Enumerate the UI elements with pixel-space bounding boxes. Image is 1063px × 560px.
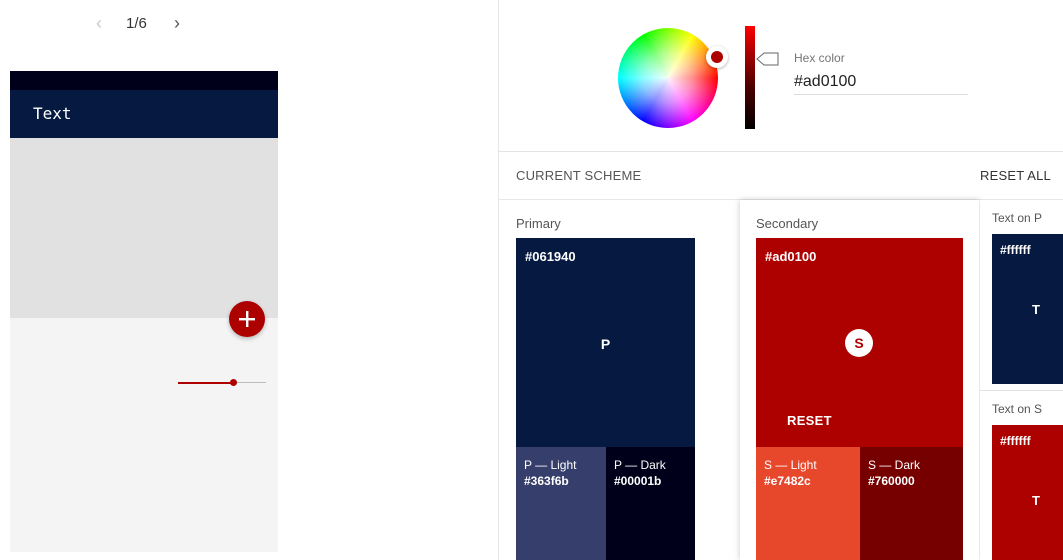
primary-dark-name: P — Dark [614, 458, 666, 472]
text-on-secondary-hex: #ffffff [1000, 434, 1031, 448]
text-on-primary-title: Text on P [992, 211, 1043, 225]
color-wheel-marker[interactable] [706, 46, 728, 68]
text-on-secondary-letter: T [1032, 493, 1040, 508]
secondary-light-hex: #e7482c [764, 474, 811, 488]
color-wheel[interactable] [618, 28, 718, 128]
secondary-letter-badge: S [845, 329, 873, 357]
hex-color-input[interactable] [794, 70, 968, 95]
text-on-primary-card[interactable]: Text on P #ffffff T [980, 200, 1063, 390]
text-on-primary-letter: T [1032, 302, 1040, 317]
plus-icon [239, 311, 255, 327]
text-on-secondary-title: Text on S [992, 402, 1043, 416]
fab-add-button[interactable] [229, 301, 265, 337]
preview-slider[interactable] [178, 377, 266, 387]
app-bar-title: Text [33, 104, 72, 123]
secondary-light-name: S — Light [764, 458, 817, 472]
app-bar: Text [10, 90, 278, 138]
primary-light-name: P — Light [524, 458, 577, 472]
primary-light-swatch[interactable]: P — Light #363f6b [516, 447, 606, 560]
text-on-secondary-card[interactable]: Text on S #ffffff T [980, 391, 1063, 560]
secondary-hex: #ad0100 [765, 249, 817, 264]
slider-thumb[interactable] [230, 379, 237, 386]
slider-track-active [178, 382, 233, 384]
primary-letter: P [600, 336, 611, 352]
preview-pager: ‹ 1/6 › [96, 14, 206, 34]
reset-all-button[interactable]: RESET ALL [980, 168, 1051, 183]
text-on-secondary-swatch[interactable]: #ffffff T [992, 425, 1063, 560]
chevron-right-icon[interactable]: › [174, 14, 180, 32]
secondary-dark-hex: #760000 [868, 474, 915, 488]
secondary-dark-name: S — Dark [868, 458, 921, 472]
secondary-swatch[interactable]: #ad0100 S RESET [756, 238, 963, 447]
current-scheme-heading: CURRENT SCHEME [516, 168, 642, 183]
secondary-color-card[interactable]: Secondary #ad0100 S RESET S — Light #e74… [740, 200, 979, 560]
secondary-dark-swatch[interactable]: S — Dark #760000 [860, 447, 963, 560]
shade-slider[interactable] [745, 26, 755, 129]
hero-image-placeholder [10, 138, 278, 318]
primary-light-hex: #363f6b [524, 474, 569, 488]
section-divider [499, 151, 1063, 152]
primary-card-title: Primary [516, 216, 561, 231]
secondary-light-swatch[interactable]: S — Light #e7482c [756, 447, 860, 560]
page-counter: 1/6 [126, 15, 147, 32]
chevron-left-icon[interactable]: ‹ [96, 14, 102, 32]
primary-dark-hex: #00001b [614, 474, 662, 488]
primary-hex: #061940 [525, 249, 576, 264]
secondary-card-title: Secondary [756, 216, 819, 231]
slider-track-inactive [233, 382, 266, 383]
hex-color-label: Hex color [794, 51, 845, 65]
app-preview: Text [10, 71, 278, 552]
text-on-primary-swatch[interactable]: #ffffff T [992, 234, 1063, 384]
primary-dark-swatch[interactable]: P — Dark #00001b [606, 447, 695, 560]
primary-color-card[interactable]: Primary #061940 P P — Light #363f6b P — … [500, 200, 738, 560]
shade-handle-icon[interactable] [756, 52, 780, 66]
primary-swatch[interactable]: #061940 P [516, 238, 695, 447]
pane-divider [498, 0, 499, 560]
text-on-primary-hex: #ffffff [1000, 243, 1031, 257]
secondary-reset-button[interactable]: RESET [787, 413, 832, 428]
status-bar [10, 71, 278, 90]
